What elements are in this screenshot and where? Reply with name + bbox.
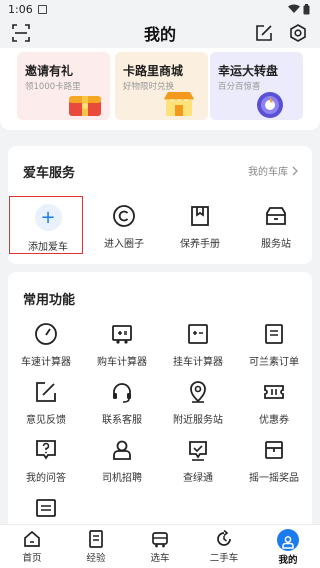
list-icon (36, 499, 56, 517)
green-channel-icon (189, 441, 207, 461)
tab-label: 选车 (150, 553, 170, 564)
content-scroll[interactable]: 邀请有礼 领1000卡路里 卡路里商城 好物限时兑换 幸运大转盘 百分百惊喜 爱… (0, 48, 320, 524)
add-car-highlight (9, 196, 83, 254)
promo-title: 幸运大转盘 (218, 64, 279, 78)
grid-label: 优惠券 (259, 415, 289, 426)
coupon-button[interactable]: 优惠券 (236, 380, 312, 430)
grid-label: 进入圈子 (104, 239, 144, 250)
headset-icon (113, 383, 131, 403)
service-station-icon (266, 207, 286, 225)
maintenance-manual-button[interactable]: 保养手册 (162, 204, 238, 254)
common-functions-section: 常用功能 车速计算器 购车计算器 挂车计算器 可兰素订单 意见反馈 联系客服 附… (8, 272, 312, 524)
coupon-icon (264, 385, 284, 399)
tab-label: 经验 (86, 553, 106, 564)
settings-icon[interactable] (288, 23, 308, 43)
profile-icon (277, 529, 299, 551)
tab-label: 二手车 (209, 553, 239, 564)
grid-label: 可兰素订单 (249, 357, 299, 368)
grid-label: 服务站 (261, 239, 291, 250)
join-circle-button[interactable]: 进入圈子 (86, 204, 162, 254)
my-qa-button[interactable]: 我的问答 (8, 438, 84, 488)
circle-icon (113, 205, 135, 227)
grid-label: 意见反馈 (26, 415, 66, 426)
grid-label: 我的问答 (26, 473, 66, 484)
feedback-icon (36, 382, 56, 402)
tab-used-car[interactable]: 二手车 (192, 525, 256, 568)
customer-service-button[interactable]: 联系客服 (84, 380, 160, 430)
driver-icon (113, 440, 131, 460)
tab-label: 首页 (22, 553, 42, 564)
order-button[interactable]: 可兰素订单 (236, 322, 312, 372)
order-icon (265, 324, 283, 344)
grid-label: 购车计算器 (97, 357, 147, 368)
wheel-icon (257, 92, 283, 118)
gift-chest-icon (69, 96, 101, 116)
my-garage-label: 我的车库 (248, 167, 288, 178)
list-button[interactable] (8, 496, 84, 524)
shop-icon (164, 92, 194, 116)
service-station-button[interactable]: 服务站 (238, 204, 314, 254)
section-title: 爱车服务 (23, 166, 76, 181)
grid-label: 司机招聘 (102, 473, 142, 484)
header: 我的 (0, 18, 320, 48)
status-bar: 1:06 (0, 0, 320, 18)
promo-subtitle: 领1000卡路里 (25, 82, 81, 92)
trailer-calculator-button[interactable]: 挂车计算器 (160, 322, 236, 372)
grid-label: 附近服务站 (173, 415, 223, 426)
tab-car-select[interactable]: 选车 (128, 525, 192, 568)
question-icon (36, 440, 56, 460)
promo-section: 邀请有礼 领1000卡路里 卡路里商城 好物限时兑换 幸运大转盘 百分百惊喜 (0, 48, 320, 130)
shake-prize-button[interactable]: 摇一摇奖品 (236, 438, 312, 488)
grid-label: 查绿通 (183, 473, 213, 484)
section-title: 常用功能 (23, 293, 76, 308)
tab-label: 我的 (278, 555, 298, 566)
tab-bar: 首页 经验 选车 二手车 我的 (0, 524, 320, 568)
promo-card-shop[interactable]: 卡路里商城 好物限时兑换 (115, 52, 208, 120)
feedback-button[interactable]: 意见反馈 (8, 380, 84, 430)
notification-icon (37, 4, 47, 14)
trailer-calculator-icon (188, 324, 208, 344)
tab-home[interactable]: 首页 (0, 525, 64, 568)
scan-icon[interactable] (11, 23, 31, 43)
nearby-station-button[interactable]: 附近服务站 (160, 380, 236, 430)
grid-label: 联系客服 (102, 415, 142, 426)
purchase-calculator-button[interactable]: 购车计算器 (84, 322, 160, 372)
grid-label: 保养手册 (180, 239, 220, 250)
tab-profile[interactable]: 我的 (256, 525, 320, 568)
chevron-right-icon (292, 166, 298, 175)
tab-experience[interactable]: 经验 (64, 525, 128, 568)
grid-label: 摇一摇奖品 (249, 473, 299, 484)
home-icon (24, 530, 40, 547)
experience-icon (89, 530, 103, 548)
used-car-icon (217, 529, 231, 546)
truck-calculator-icon (112, 325, 132, 344)
car-select-icon (152, 532, 168, 548)
my-garage-link[interactable]: 我的车库 (248, 163, 298, 178)
prize-box-icon (265, 441, 283, 459)
status-time: 1:06 (8, 2, 33, 16)
page-title: 我的 (143, 25, 176, 44)
green-channel-button[interactable]: 查绿通 (160, 438, 236, 488)
promo-title: 卡路里商城 (123, 64, 184, 78)
promo-title: 邀请有礼 (25, 64, 74, 78)
promo-card-wheel[interactable]: 幸运大转盘 百分百惊喜 (210, 52, 303, 120)
promo-card-invite[interactable]: 邀请有礼 领1000卡路里 (17, 52, 110, 120)
location-icon (190, 381, 206, 403)
battery-icon (303, 3, 310, 14)
wifi-icon (288, 4, 300, 13)
manual-icon (191, 206, 209, 226)
grid-label: 挂车计算器 (173, 357, 223, 368)
speedometer-icon (35, 323, 57, 345)
edit-icon[interactable] (254, 23, 274, 43)
speed-calculator-button[interactable]: 车速计算器 (8, 322, 84, 372)
grid-label: 车速计算器 (21, 357, 71, 368)
driver-recruit-button[interactable]: 司机招聘 (84, 438, 160, 488)
